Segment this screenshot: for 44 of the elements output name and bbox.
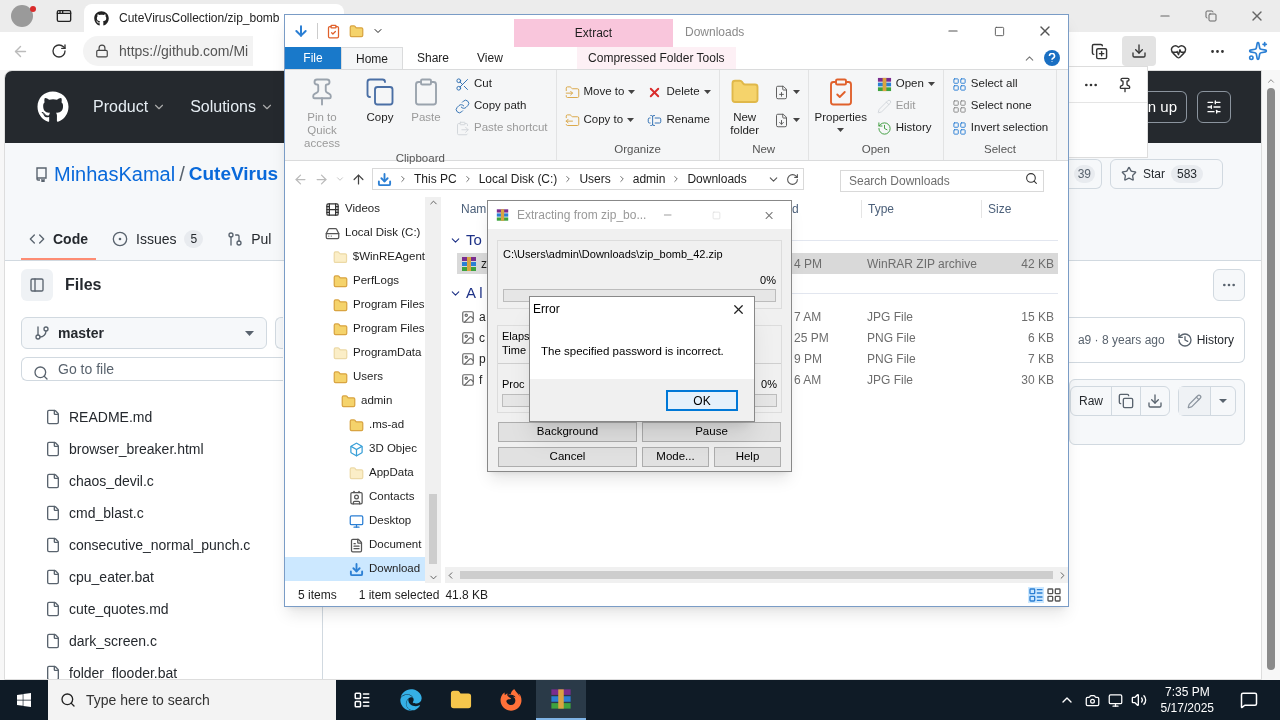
file-name: p xyxy=(479,350,486,368)
file-type: WinRAR ZIP archive xyxy=(866,255,978,273)
file-date: 6 AM xyxy=(793,371,823,389)
file-name: z xyxy=(481,255,487,273)
window-title: Downloads xyxy=(684,24,746,41)
ribbon-group-label: New xyxy=(751,141,777,157)
ribbon-group-label: Organize xyxy=(613,141,662,157)
file-name: f xyxy=(479,371,483,389)
status-item-count: 5 items xyxy=(298,586,337,604)
file-size: 15 KB xyxy=(1020,308,1055,326)
processed-percent: 0% xyxy=(761,377,777,391)
ribbon-group-label: Select xyxy=(983,141,1017,157)
file-date: 4 PM xyxy=(793,255,823,273)
file-size: 42 KB xyxy=(1020,255,1055,273)
file-type: JPG File xyxy=(866,371,914,389)
file-type: JPG File xyxy=(866,308,914,326)
status-selection: 1 item selected xyxy=(358,586,440,604)
file-size: 30 KB xyxy=(1020,371,1055,389)
processed-label: Proc xyxy=(502,377,525,391)
contextual-tab-header: Extract xyxy=(514,19,673,47)
file-type: PNG File xyxy=(866,350,917,368)
file-type: PNG File xyxy=(866,329,917,347)
archive-path: C:\Users\admin\Downloads\zip_bomb_42.zip xyxy=(503,247,723,262)
elapsed-label: Elaps xyxy=(502,329,530,343)
file-date: 25 PM xyxy=(793,329,830,347)
status-size: 41.8 KB xyxy=(445,586,489,604)
path-separator: / xyxy=(179,161,185,187)
file-name: a xyxy=(479,308,486,326)
commit-info: a9 · 8 years ago xyxy=(1077,332,1165,349)
files-heading: Files xyxy=(65,275,102,295)
time-label: Time xyxy=(502,343,527,357)
ribbon-group-label: Open xyxy=(860,141,891,157)
file-date: 7 AM xyxy=(793,308,823,326)
file-date: 9 PM xyxy=(793,350,823,368)
file-size: 7 KB xyxy=(1027,350,1055,368)
group-header: A l xyxy=(466,282,483,303)
error-message: The specified password is incorrect. xyxy=(540,344,725,359)
progress-percent: 0% xyxy=(760,272,776,288)
dialog-title: Error xyxy=(533,301,561,318)
file-size: 6 KB xyxy=(1027,329,1055,347)
group-header: To xyxy=(466,229,482,250)
file-name: c xyxy=(479,329,485,347)
ribbon-group-label: Clipboard xyxy=(394,151,446,166)
dialog-title: Extracting from zip_bo... xyxy=(517,207,647,224)
